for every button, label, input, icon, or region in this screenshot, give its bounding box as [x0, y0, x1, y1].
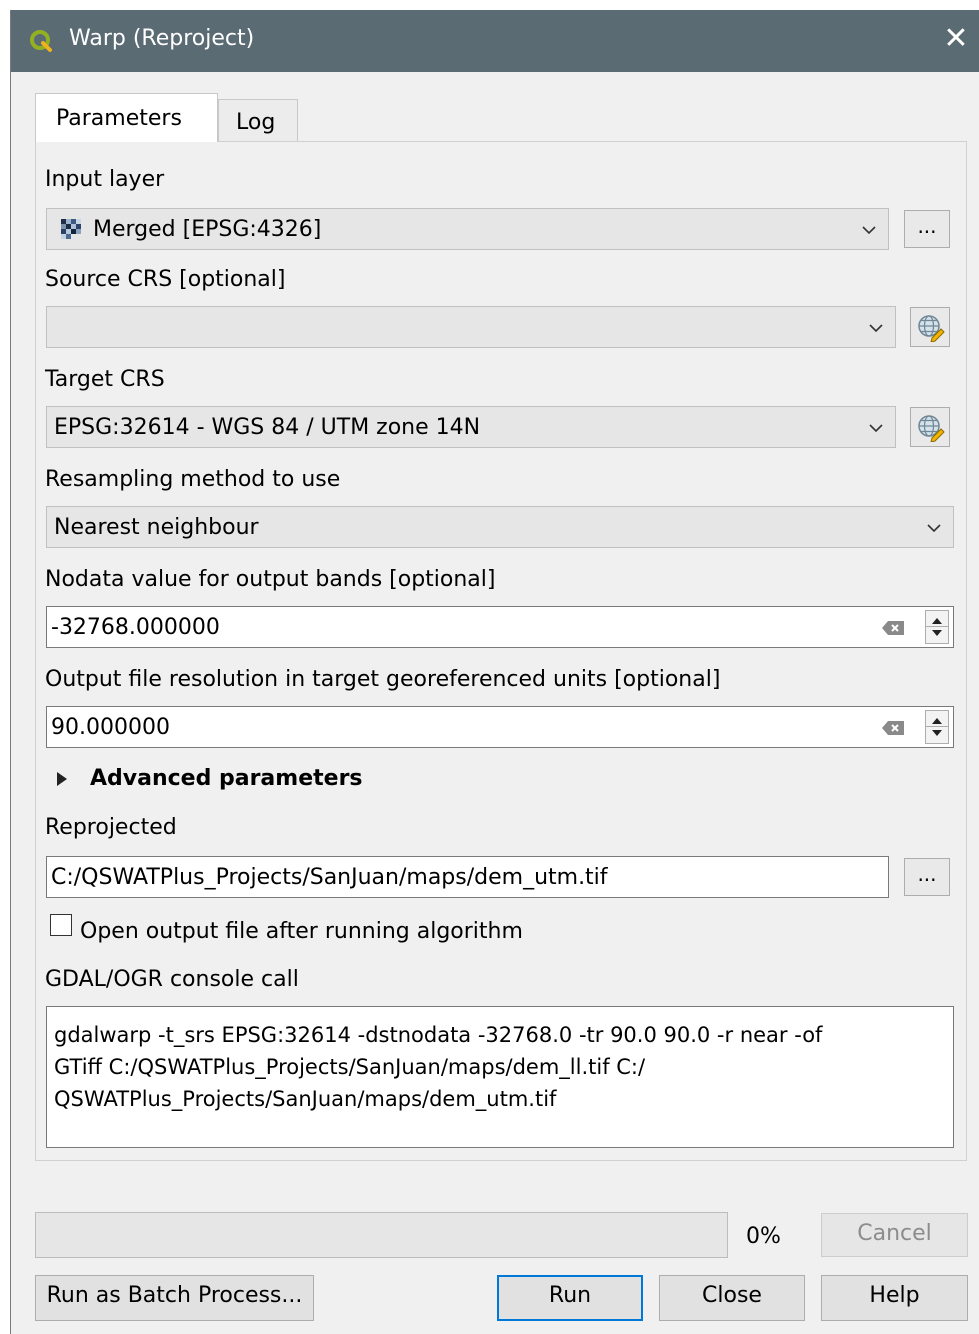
- run-button[interactable]: Run: [497, 1275, 643, 1321]
- reprojected-output-field[interactable]: C:/QSWATPlus_Projects/SanJuan/maps/dem_u…: [46, 856, 889, 898]
- chevron-down-icon: [869, 424, 883, 433]
- console-line: QSWATPlus_Projects/SanJuan/maps/dem_utm.…: [54, 1087, 557, 1111]
- nodata-input[interactable]: -32768.000000: [46, 606, 954, 648]
- nodata-value: -32768.000000: [51, 615, 220, 640]
- tab-log[interactable]: Log: [218, 99, 298, 141]
- clear-icon[interactable]: [881, 720, 905, 736]
- close-button[interactable]: Close: [659, 1275, 805, 1321]
- help-button[interactable]: Help: [821, 1275, 968, 1321]
- source-crs-select-button[interactable]: [910, 307, 950, 347]
- reprojected-label: Reprojected: [45, 815, 177, 840]
- tab-label: Log: [236, 110, 276, 135]
- resolution-input[interactable]: 90.000000: [46, 706, 954, 748]
- parameters-panel: Input layer Merged [EPSG:4326] ... Sourc…: [35, 141, 967, 1161]
- target-crs-combo[interactable]: EPSG:32614 - WGS 84 / UTM zone 14N: [46, 406, 896, 448]
- open-output-label[interactable]: Open output file after running algorithm: [80, 919, 523, 944]
- nodata-label: Nodata value for output bands [optional]: [45, 567, 496, 592]
- resolution-spin-button[interactable]: [925, 710, 949, 744]
- tab-label: Parameters: [56, 106, 182, 131]
- input-layer-combo[interactable]: Merged [EPSG:4326]: [46, 208, 889, 250]
- console-line: gdalwarp -t_srs EPSG:32614 -dstnodata -3…: [54, 1023, 823, 1047]
- chevron-down-icon: [862, 226, 876, 235]
- crs-globe-icon: [918, 315, 945, 342]
- console-call-text[interactable]: gdalwarp -t_srs EPSG:32614 -dstnodata -3…: [46, 1006, 954, 1148]
- progress-bar: [35, 1212, 728, 1258]
- target-crs-label: Target CRS: [45, 367, 165, 392]
- console-line: GTiff C:/QSWATPlus_Projects/SanJuan/maps…: [54, 1055, 646, 1079]
- input-layer-label: Input layer: [45, 167, 165, 192]
- triangle-right-icon: [57, 772, 67, 786]
- qgis-logo-icon: [30, 30, 52, 52]
- tab-parameters[interactable]: Parameters: [35, 93, 218, 142]
- run-as-batch-button[interactable]: Run as Batch Process...: [35, 1275, 314, 1321]
- chevron-down-icon: [869, 324, 883, 333]
- chevron-down-icon: [927, 524, 941, 533]
- crs-globe-icon: [918, 415, 945, 442]
- target-crs-select-button[interactable]: [910, 407, 950, 447]
- resampling-combo[interactable]: Nearest neighbour: [46, 506, 954, 548]
- target-crs-value: EPSG:32614 - WGS 84 / UTM zone 14N: [54, 415, 481, 440]
- close-icon[interactable]: ✕: [940, 22, 972, 56]
- resampling-label: Resampling method to use: [45, 467, 341, 492]
- console-call-label: GDAL/OGR console call: [45, 967, 299, 992]
- advanced-parameters-label: Advanced parameters: [90, 766, 363, 791]
- cancel-button[interactable]: Cancel: [821, 1213, 968, 1257]
- dialog-window: Warp (Reproject) ✕ Parameters Log Input …: [10, 10, 979, 1334]
- reprojected-browse-button[interactable]: ...: [904, 858, 950, 896]
- progress-percent: 0%: [746, 1224, 781, 1249]
- reprojected-value: C:/QSWATPlus_Projects/SanJuan/maps/dem_u…: [51, 865, 608, 890]
- input-layer-value: Merged [EPSG:4326]: [93, 217, 322, 242]
- title-bar[interactable]: Warp (Reproject) ✕: [11, 10, 979, 72]
- clear-icon[interactable]: [881, 620, 905, 636]
- nodata-spin-button[interactable]: [925, 610, 949, 644]
- open-output-checkbox[interactable]: [50, 914, 72, 936]
- resampling-value: Nearest neighbour: [54, 515, 259, 540]
- raster-layer-icon: [61, 219, 81, 239]
- window-title: Warp (Reproject): [69, 26, 255, 51]
- source-crs-combo[interactable]: [46, 306, 896, 348]
- input-layer-browse-button[interactable]: ...: [904, 210, 950, 248]
- resolution-value: 90.000000: [51, 715, 170, 740]
- advanced-parameters-toggle[interactable]: Advanced parameters: [56, 762, 396, 798]
- resolution-label: Output file resolution in target georefe…: [45, 667, 721, 692]
- source-crs-label: Source CRS [optional]: [45, 267, 286, 292]
